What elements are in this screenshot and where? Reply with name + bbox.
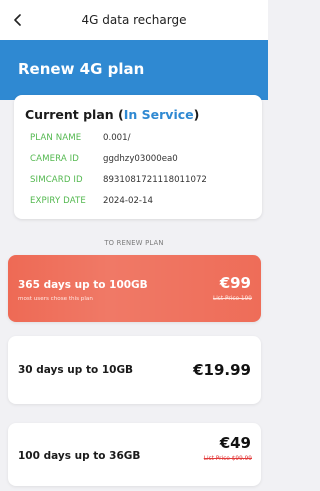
info-value: 0.001/ [103, 133, 131, 143]
info-label: EXPIRY DATE [30, 196, 86, 206]
back-button[interactable] [8, 10, 28, 30]
info-row-camera-id: CAMERA ID ggdhzy03000ea0 [30, 154, 178, 168]
plan-subtitle: most users chose this plan [18, 296, 93, 302]
current-plan-card: Current plan (In Service) PLAN NAME 0.00… [14, 95, 262, 219]
plan-name: 365 days up to 100GB [18, 279, 148, 291]
current-plan-title-suffix: ) [193, 107, 200, 122]
info-label: CAMERA ID [30, 154, 80, 164]
plan-list-price: List Price $99.99 [203, 456, 252, 462]
top-bar: 4G data recharge [0, 0, 268, 40]
info-row-simcard-id: SIMCARD ID 8931081721118011072 [30, 175, 207, 189]
info-label: SIMCARD ID [30, 175, 83, 185]
current-plan-title: Current plan (In Service) [25, 107, 199, 122]
plan-price: €49 [219, 434, 251, 452]
plan-price: €19.99 [193, 361, 251, 379]
page-title: 4G data recharge [81, 13, 187, 27]
plan-list-price: List Price 199 [212, 296, 252, 302]
plan-name: 100 days up to 36GB [18, 450, 141, 462]
info-row-expiry-date: EXPIRY DATE 2024-02-14 [30, 196, 153, 210]
service-status: In Service [123, 107, 194, 122]
info-value: 2024-02-14 [103, 196, 153, 206]
info-row-plan-name: PLAN NAME 0.001/ [30, 133, 131, 147]
current-plan-title-prefix: Current plan ( [25, 107, 124, 122]
plan-option-100-days[interactable]: 100 days up to 36GB €49 List Price $99.9… [8, 423, 261, 486]
plan-name: 30 days up to 10GB [18, 364, 134, 376]
hero-title: Renew 4G plan [18, 60, 145, 78]
plan-price: €99 [219, 274, 251, 292]
info-label: PLAN NAME [30, 133, 82, 143]
chevron-left-icon [14, 14, 21, 26]
renew-section-label: TO RENEW PLAN [104, 239, 164, 247]
plan-option-30-days[interactable]: 30 days up to 10GB €19.99 [8, 336, 261, 404]
info-value: ggdhzy03000ea0 [103, 154, 178, 164]
info-value: 8931081721118011072 [103, 175, 207, 185]
plan-option-365-days[interactable]: 365 days up to 100GB most users chose th… [8, 255, 261, 322]
